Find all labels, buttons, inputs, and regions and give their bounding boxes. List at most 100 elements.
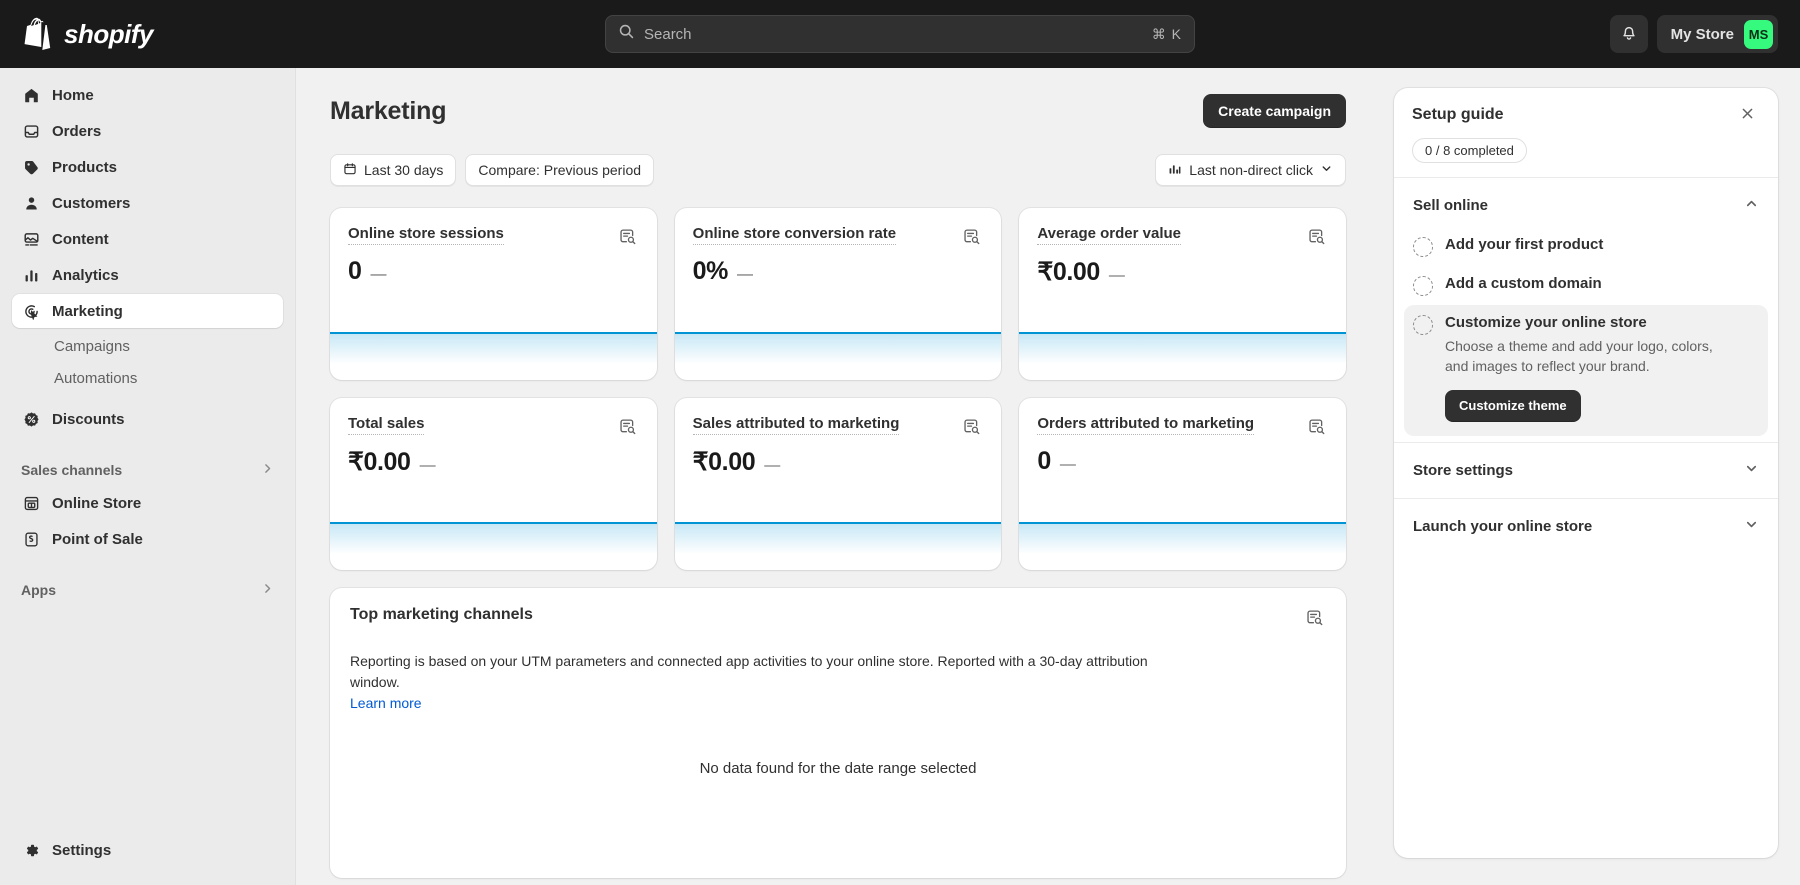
top-marketing-channels-panel: Top marketing channels Reporting is base…: [330, 588, 1346, 878]
sidebar-item-automations[interactable]: Automations: [12, 362, 283, 394]
metric-card[interactable]: Orders attributed to marketing 0 —: [1019, 398, 1346, 570]
metric-value: 0: [1037, 447, 1051, 476]
guide-section-store-settings: Store settings: [1394, 443, 1778, 498]
metric-sparkline: [1019, 522, 1346, 570]
sidebar-item-home[interactable]: Home: [12, 78, 283, 112]
sidebar-item-label: Orders: [52, 123, 101, 140]
view-report-icon[interactable]: [616, 415, 639, 438]
metric-title: Sales attributed to marketing: [693, 415, 900, 435]
sidebar-item-customers[interactable]: Customers: [12, 186, 283, 220]
compare-filter[interactable]: Compare: Previous period: [465, 154, 654, 186]
setup-task-add-first-product[interactable]: Add your first product: [1404, 227, 1768, 266]
view-report-icon[interactable]: [960, 415, 983, 438]
attribution-label: Last non-direct click: [1189, 162, 1313, 178]
global-search[interactable]: Search ⌘ K: [605, 15, 1195, 53]
sidebar-item-campaigns[interactable]: Campaigns: [12, 330, 283, 362]
guide-section-header[interactable]: Launch your online store: [1404, 505, 1768, 548]
search-shortcut-hint: ⌘ K: [1152, 26, 1182, 43]
sidebar-section-label: Apps: [21, 582, 56, 598]
progress-badge: 0 / 8 completed: [1412, 138, 1527, 163]
metric-card[interactable]: Online store sessions 0 —: [330, 208, 657, 380]
sidebar-item-discounts[interactable]: Discounts: [12, 402, 283, 436]
view-report-icon[interactable]: [1305, 415, 1328, 438]
main-content: Marketing Create campaign Last 30 days C…: [296, 68, 1380, 885]
sidebar-item-label: Marketing: [52, 303, 123, 320]
chevron-up-icon: [1744, 196, 1759, 215]
create-campaign-button[interactable]: Create campaign: [1203, 94, 1346, 128]
sidebar-item-products[interactable]: Products: [12, 150, 283, 184]
task-incomplete-circle-icon[interactable]: [1413, 276, 1433, 296]
view-report-icon[interactable]: [960, 225, 983, 248]
setup-guide-card: Setup guide 0 / 8 completed Sell online: [1394, 88, 1778, 858]
bar-chart-icon: [1168, 162, 1182, 179]
sidebar-item-point-of-sale[interactable]: Point of Sale: [12, 522, 283, 556]
metric-delta: —: [1060, 456, 1076, 474]
sidebar-section-sales-channels[interactable]: Sales channels: [12, 454, 283, 486]
setup-task-add-custom-domain[interactable]: Add a custom domain: [1404, 266, 1768, 305]
sidebar-item-orders[interactable]: Orders: [12, 114, 283, 148]
customize-theme-button[interactable]: Customize theme: [1445, 390, 1581, 422]
sidebar-item-analytics[interactable]: Analytics: [12, 258, 283, 292]
view-report-icon[interactable]: [1305, 225, 1328, 248]
shopify-logo[interactable]: shopify: [0, 17, 296, 51]
store-name-label: My Store: [1671, 26, 1734, 43]
sidebar-item-label: Customers: [52, 195, 130, 212]
chevron-down-icon: [1744, 461, 1759, 480]
setup-guide-column: Setup guide 0 / 8 completed Sell online: [1380, 68, 1800, 885]
task-incomplete-circle-icon[interactable]: [1413, 237, 1433, 257]
task-label: Customize your online store: [1445, 314, 1735, 331]
close-icon[interactable]: [1735, 104, 1760, 126]
guide-section-header[interactable]: Sell online: [1404, 184, 1768, 227]
bell-icon: [1620, 24, 1638, 45]
page-title: Marketing: [330, 97, 446, 126]
sidebar-item-label: Online Store: [52, 495, 141, 512]
brand-wordmark: shopify: [64, 19, 153, 50]
guide-section-label: Sell online: [1413, 197, 1488, 214]
top-bar: shopify Search ⌘ K My Store MS: [0, 0, 1800, 68]
metric-card[interactable]: Online store conversion rate 0% —: [675, 208, 1002, 380]
sidebar-section-apps[interactable]: Apps: [12, 574, 283, 606]
sidebar-item-label: Products: [52, 159, 117, 176]
metric-delta: —: [371, 266, 387, 284]
view-report-icon[interactable]: [1303, 606, 1326, 629]
metric-value: ₹0.00: [693, 447, 756, 477]
online-store-icon: [21, 493, 41, 513]
view-report-icon[interactable]: [616, 225, 639, 248]
task-incomplete-circle-icon[interactable]: [1413, 315, 1433, 335]
metric-title: Online store sessions: [348, 225, 504, 245]
chevron-right-icon: [261, 582, 274, 598]
metric-card[interactable]: Sales attributed to marketing ₹0.00 —: [675, 398, 1002, 570]
sidebar-item-marketing[interactable]: Marketing: [12, 294, 283, 328]
learn-more-link[interactable]: Learn more: [350, 695, 422, 711]
point-of-sale-icon: [21, 529, 41, 549]
setup-guide-title: Setup guide: [1412, 106, 1504, 124]
calendar-icon: [343, 162, 357, 179]
panel-description: Reporting is based on your UTM parameter…: [350, 651, 1150, 693]
sidebar-item-label: Point of Sale: [52, 531, 143, 548]
metric-card[interactable]: Average order value ₹0.00 —: [1019, 208, 1346, 380]
date-range-filter[interactable]: Last 30 days: [330, 154, 456, 186]
sidebar-item-label: Home: [52, 87, 94, 104]
page-header: Marketing Create campaign: [330, 94, 1346, 128]
attribution-model-select[interactable]: Last non-direct click: [1155, 154, 1346, 186]
metric-sparkline: [1019, 332, 1346, 380]
empty-state-message: No data found for the date range selecte…: [330, 760, 1346, 777]
notifications-button[interactable]: [1610, 15, 1648, 53]
metric-delta: —: [1109, 267, 1125, 285]
sidebar-item-content[interactable]: Content: [12, 222, 283, 256]
metric-card[interactable]: Total sales ₹0.00 —: [330, 398, 657, 570]
sidebar-item-online-store[interactable]: Online Store: [12, 486, 283, 520]
top-bar-actions: My Store MS: [1610, 15, 1778, 53]
setup-task-customize-online-store[interactable]: Customize your online store Choose a the…: [1404, 305, 1768, 436]
search-placeholder: Search: [644, 26, 1143, 43]
guide-section-sell-online: Sell online Add your first product Add a…: [1394, 178, 1778, 442]
panel-title: Top marketing channels: [350, 606, 533, 624]
sidebar-item-settings[interactable]: Settings: [12, 833, 283, 867]
task-description: Choose a theme and add your logo, colors…: [1445, 336, 1735, 377]
search-input[interactable]: Search ⌘ K: [605, 15, 1195, 53]
content-image-icon: [21, 229, 41, 249]
sidebar-subitem-label: Campaigns: [54, 338, 130, 355]
store-switcher-button[interactable]: My Store MS: [1657, 15, 1778, 53]
metric-cards-row-2: Total sales ₹0.00 — Sales attributed: [330, 398, 1346, 570]
guide-section-header[interactable]: Store settings: [1404, 449, 1768, 492]
